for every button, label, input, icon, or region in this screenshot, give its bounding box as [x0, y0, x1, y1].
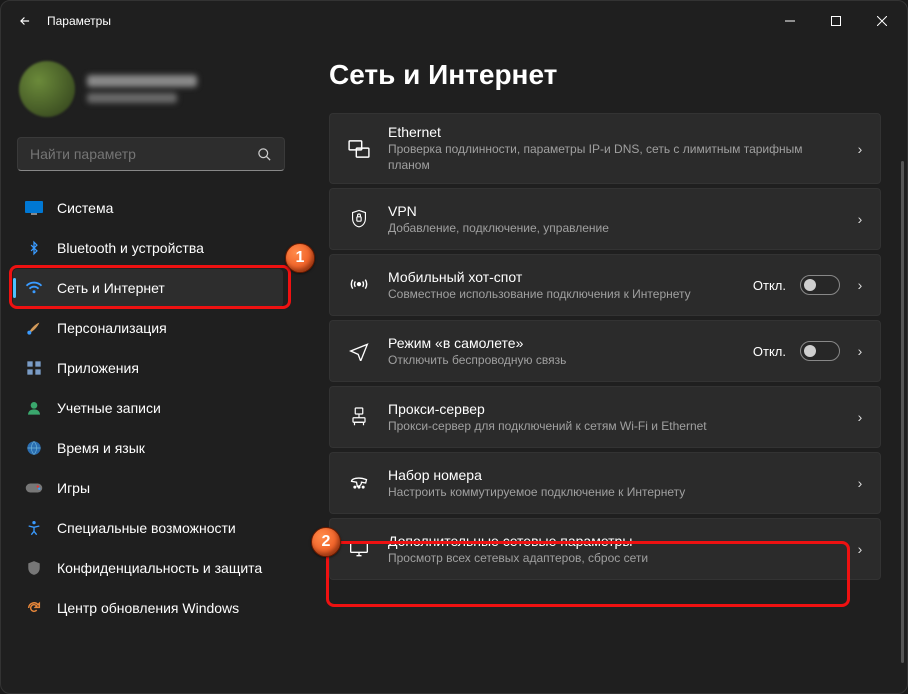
card-title: VPN: [388, 203, 836, 219]
chevron-right-icon: ›: [854, 343, 866, 359]
back-button[interactable]: [9, 5, 41, 37]
card-advanced-network[interactable]: Дополнительные сетевые параметрыПросмотр…: [329, 518, 881, 580]
card-airplane[interactable]: Режим «в самолете»Отключить беспроводную…: [329, 320, 881, 382]
close-button[interactable]: [859, 5, 905, 37]
sidebar-item-label: Персонализация: [57, 320, 167, 336]
monitor-network-icon: [348, 540, 370, 558]
gamepad-icon: [25, 479, 43, 497]
sidebar-item-label: Центр обновления Windows: [57, 600, 239, 616]
card-title: Ethernet: [388, 124, 836, 140]
toggle-switch[interactable]: [800, 275, 840, 295]
card-proxy[interactable]: Прокси-серверПрокси-сервер для подключен…: [329, 386, 881, 448]
toggle-label: Откл.: [753, 278, 786, 293]
chevron-right-icon: ›: [854, 409, 866, 425]
minimize-button[interactable]: [767, 5, 813, 37]
card-desc: Отключить беспроводную связь: [388, 352, 735, 368]
bluetooth-icon: [25, 239, 43, 257]
card-vpn[interactable]: VPNДобавление, подключение, управление ›: [329, 188, 881, 250]
card-title: Набор номера: [388, 467, 836, 483]
chevron-right-icon: ›: [854, 475, 866, 491]
sidebar-item-gaming[interactable]: Игры: [13, 469, 283, 507]
chevron-right-icon: ›: [854, 277, 866, 293]
annotation-badge-1: 1: [285, 243, 315, 273]
wifi-icon: [25, 279, 43, 297]
page-title: Сеть и Интернет: [329, 59, 897, 91]
window-title: Параметры: [47, 14, 111, 28]
card-title: Режим «в самолете»: [388, 335, 735, 351]
card-title: Дополнительные сетевые параметры: [388, 533, 836, 549]
card-ethernet[interactable]: EthernetПроверка подлинности, параметры …: [329, 113, 881, 184]
titlebar: Параметры: [1, 1, 907, 41]
window-controls: [767, 5, 905, 37]
profile-name-blurred: [87, 75, 197, 103]
card-desc: Прокси-сервер для подключений к сетям Wi…: [388, 418, 836, 434]
hotspot-icon: [348, 276, 370, 294]
sidebar-item-update[interactable]: Центр обновления Windows: [13, 589, 283, 627]
sidebar-item-label: Конфиденциальность и защита: [57, 560, 262, 576]
sidebar-item-label: Учетные записи: [57, 400, 161, 416]
shield-icon: [25, 559, 43, 577]
card-desc: Добавление, подключение, управление: [388, 220, 836, 236]
sidebar-item-personalization[interactable]: Персонализация: [13, 309, 283, 347]
card-hotspot[interactable]: Мобильный хот-спотСовместное использован…: [329, 254, 881, 316]
sidebar-item-accessibility[interactable]: Специальные возможности: [13, 509, 283, 547]
card-desc: Проверка подлинности, параметры IP-и DNS…: [388, 141, 836, 173]
card-desc: Совместное использование подключения к И…: [388, 286, 735, 302]
sidebar-item-system[interactable]: Система: [13, 189, 283, 227]
chevron-right-icon: ›: [854, 541, 866, 557]
maximize-button[interactable]: [813, 5, 859, 37]
sidebar-item-label: Специальные возможности: [57, 520, 236, 536]
sidebar-item-label: Bluetooth и устройства: [57, 240, 204, 256]
sidebar-item-privacy[interactable]: Конфиденциальность и защита: [13, 549, 283, 587]
annotation-badge-2: 2: [311, 527, 341, 557]
person-icon: [25, 399, 43, 417]
card-desc: Настроить коммутируемое подключение к Ин…: [388, 484, 836, 500]
phone-icon: [348, 474, 370, 492]
profile-block[interactable]: [13, 51, 289, 133]
ethernet-icon: [348, 140, 370, 158]
display-icon: [25, 199, 43, 217]
sidebar-item-label: Приложения: [57, 360, 139, 376]
card-dialup[interactable]: Набор номераНастроить коммутируемое подк…: [329, 452, 881, 514]
airplane-icon: [348, 341, 370, 361]
update-icon: [25, 599, 43, 617]
sidebar-item-apps[interactable]: Приложения: [13, 349, 283, 387]
globe-clock-icon: [25, 439, 43, 457]
sidebar-item-label: Система: [57, 200, 113, 216]
proxy-icon: [348, 407, 370, 427]
sidebar-item-label: Время и язык: [57, 440, 145, 456]
sidebar: Система Bluetooth и устройства Сеть и Ин…: [1, 41, 301, 693]
toggle-switch[interactable]: [800, 341, 840, 361]
sidebar-item-label: Сеть и Интернет: [57, 280, 165, 296]
chevron-right-icon: ›: [854, 141, 866, 157]
toggle-label: Откл.: [753, 344, 786, 359]
card-title: Мобильный хот-спот: [388, 269, 735, 285]
sidebar-item-accounts[interactable]: Учетные записи: [13, 389, 283, 427]
brush-icon: [25, 319, 43, 337]
card-title: Прокси-сервер: [388, 401, 836, 417]
search-box[interactable]: [17, 137, 285, 171]
main-panel: Сеть и Интернет EthernetПроверка подлинн…: [301, 41, 907, 693]
sidebar-item-bluetooth[interactable]: Bluetooth и устройства: [13, 229, 283, 267]
apps-icon: [25, 359, 43, 377]
settings-window: Параметры Система: [0, 0, 908, 694]
settings-cards: EthernetПроверка подлинности, параметры …: [329, 113, 897, 580]
sidebar-item-time[interactable]: Время и язык: [13, 429, 283, 467]
lock-shield-icon: [348, 209, 370, 229]
nav-list: Система Bluetooth и устройства Сеть и Ин…: [13, 189, 289, 627]
search-input[interactable]: [30, 146, 257, 162]
accessibility-icon: [25, 519, 43, 537]
sidebar-item-label: Игры: [57, 480, 90, 496]
search-icon: [257, 147, 272, 162]
sidebar-item-network[interactable]: Сеть и Интернет: [13, 269, 283, 307]
card-desc: Просмотр всех сетевых адаптеров, сброс с…: [388, 550, 836, 566]
chevron-right-icon: ›: [854, 211, 866, 227]
avatar: [19, 61, 75, 117]
scrollbar[interactable]: [901, 161, 904, 663]
